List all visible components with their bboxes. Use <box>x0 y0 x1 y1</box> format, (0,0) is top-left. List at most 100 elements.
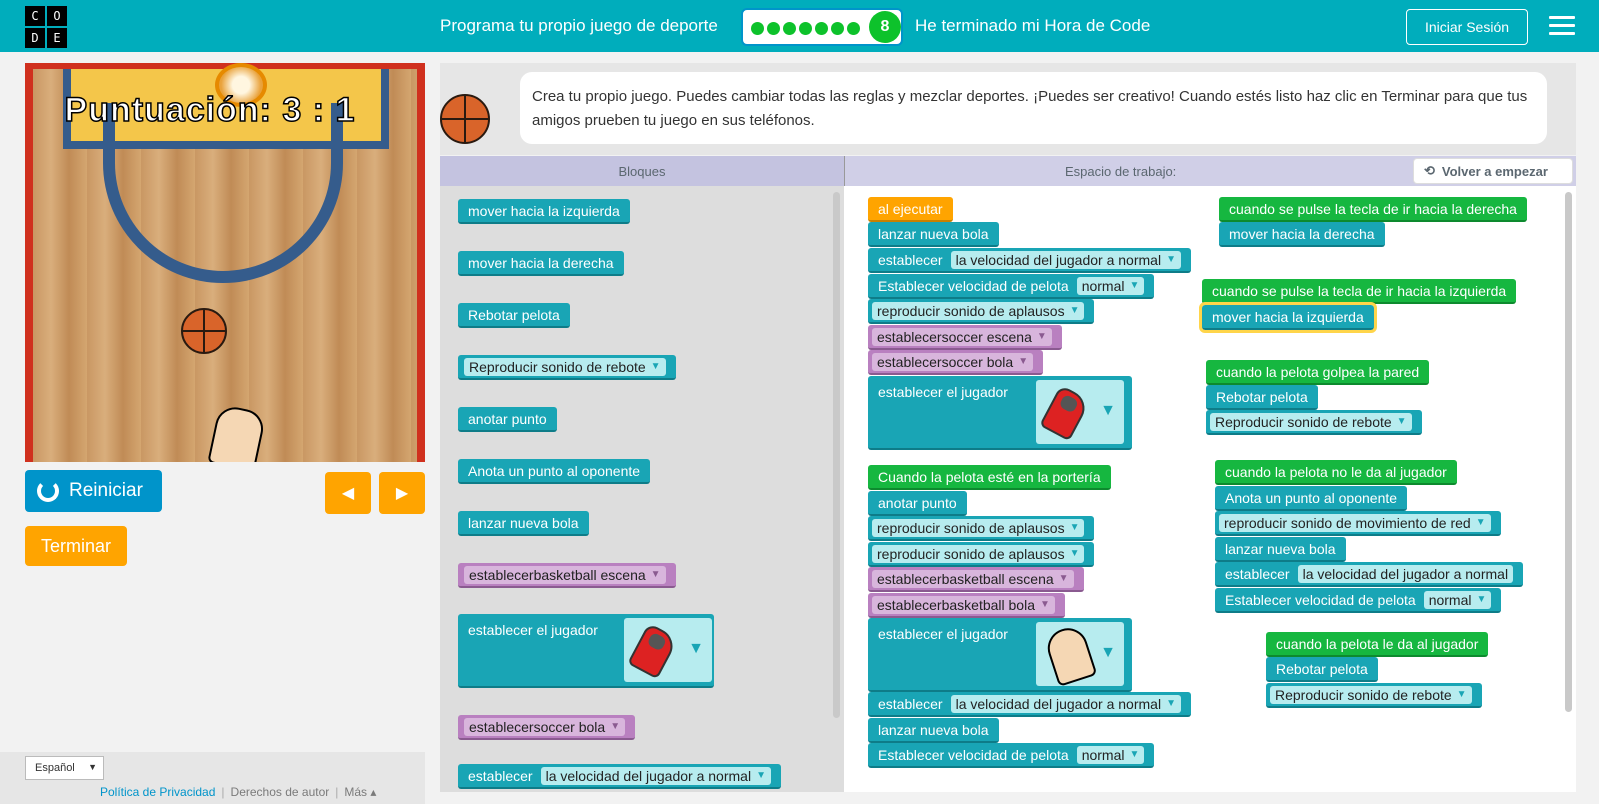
chevron-down-icon: ▼ <box>1069 305 1080 316</box>
scene-dropdown[interactable]: establecersoccer escena ▼ <box>872 327 1052 346</box>
right-arrow-button[interactable]: ▶ <box>379 472 425 514</box>
toolbox-block[interactable]: Reproducir sonido de rebote ▼ <box>458 355 676 380</box>
workspace[interactable]: al ejecutar lanzar nueva bola establecer… <box>844 186 1576 792</box>
code-block[interactable]: reproducir sonido de movimiento de red ▼ <box>1215 511 1501 536</box>
code-block[interactable]: lanzar nueva bola <box>1215 537 1346 562</box>
code-block[interactable]: establecerbasketball escena ▼ <box>868 567 1084 592</box>
code-block[interactable]: establecer la velocidad del jugador a no… <box>868 692 1191 717</box>
player-picker[interactable]: ▼ <box>1036 622 1124 687</box>
instructions-bubble: Crea tu propio juego. Puedes cambiar tod… <box>520 72 1547 144</box>
scene-dropdown[interactable]: establecerbasketball escena ▼ <box>872 569 1074 588</box>
level-dot[interactable] <box>847 22 860 35</box>
workspace-scrollbar[interactable] <box>1565 192 1572 712</box>
level-dot[interactable] <box>831 22 844 35</box>
toolbox-block[interactable]: Anota un punto al oponente <box>458 459 651 484</box>
speed-dropdown[interactable]: la velocidad del jugador a normal <box>1297 564 1514 583</box>
code-block[interactable]: mover hacia la derecha <box>1219 222 1385 247</box>
level-dot[interactable] <box>799 22 812 35</box>
ball-speed-dropdown[interactable]: normal ▼ <box>1076 276 1145 295</box>
code-block[interactable]: Establecer velocidad de pelota normal ▼ <box>868 274 1155 299</box>
game-canvas[interactable]: Puntuación: 3 : 1 <box>25 63 425 462</box>
code-logo[interactable]: C O D E <box>25 6 67 48</box>
signin-button[interactable]: Iniciar Sesión <box>1406 9 1528 45</box>
code-block[interactable]: lanzar nueva bola <box>868 222 999 247</box>
toolbox-block[interactable]: anotar punto <box>458 407 557 432</box>
ball-dropdown[interactable]: establecerbasketball bola ▼ <box>872 595 1055 614</box>
dropdown-value: Reproducir sonido de rebote <box>1275 686 1452 703</box>
scene-dropdown[interactable]: establecerbasketball escena ▼ <box>464 565 666 584</box>
reset-button[interactable]: Reiniciar <box>25 470 162 512</box>
left-arrow-button[interactable]: ◀ <box>325 472 371 514</box>
toolbox-block[interactable]: establecer el jugador ▼ <box>458 614 714 688</box>
level-dot[interactable] <box>751 22 764 35</box>
current-level-badge[interactable]: 8 <box>869 11 901 43</box>
event-block[interactable]: Cuando la pelota esté en la portería <box>868 465 1111 490</box>
code-block[interactable]: Reproducir sonido de rebote ▼ <box>1266 683 1482 708</box>
sound-dropdown[interactable]: Reproducir sonido de rebote ▼ <box>464 357 666 376</box>
event-block[interactable]: cuando se pulse la tecla de ir hacia la … <box>1202 279 1517 304</box>
finished-hour-link[interactable]: He terminado mi Hora de Code <box>915 16 1150 36</box>
event-block[interactable]: cuando la pelota no le da al jugador <box>1215 460 1457 485</box>
code-block[interactable]: reproducir sonido de aplausos ▼ <box>868 516 1095 541</box>
event-block[interactable]: al ejecutar <box>868 197 953 222</box>
chevron-down-icon: ▼ <box>1396 416 1407 427</box>
toolbox-block[interactable]: establecerbasketball escena ▼ <box>458 563 676 588</box>
toolbox-scrollbar[interactable] <box>833 192 840 718</box>
code-block[interactable]: Rebotar pelota <box>1266 657 1378 682</box>
ball-dropdown[interactable]: establecersoccer bola ▼ <box>464 717 626 736</box>
player-picker[interactable]: ▼ <box>1036 380 1124 444</box>
level-dot[interactable] <box>767 22 780 35</box>
hamburger-menu-icon[interactable] <box>1549 16 1575 36</box>
more-link[interactable]: Más ▴ <box>344 785 376 799</box>
code-block[interactable]: establecerbasketball bola ▼ <box>868 593 1065 618</box>
ball-speed-dropdown[interactable]: normal ▼ <box>1076 745 1145 764</box>
basketball-avatar-icon <box>440 94 490 144</box>
code-block[interactable]: establecer el jugador ▼ <box>868 618 1132 692</box>
restart-button[interactable]: ⟲ Volver a empezar <box>1413 158 1573 184</box>
ball-speed-dropdown[interactable]: normal ▼ <box>1423 590 1492 609</box>
sound-dropdown[interactable]: reproducir sonido de aplausos ▼ <box>872 301 1085 320</box>
code-block[interactable]: establecersoccer escena ▼ <box>868 325 1062 350</box>
event-block[interactable]: cuando la pelota le da al jugador <box>1266 632 1489 657</box>
toolbox-block[interactable]: Rebotar pelota <box>458 303 570 328</box>
code-block[interactable]: establecer el jugador ▼ <box>868 376 1132 450</box>
sound-dropdown[interactable]: reproducir sonido de movimiento de red ▼ <box>1219 513 1491 532</box>
sound-dropdown[interactable]: Reproducir sonido de rebote ▼ <box>1210 412 1412 431</box>
code-block[interactable]: Establecer velocidad de pelota normal ▼ <box>1215 588 1502 613</box>
code-block[interactable]: reproducir sonido de aplausos ▼ <box>868 299 1095 324</box>
sound-dropdown[interactable]: reproducir sonido de aplausos ▼ <box>872 544 1085 563</box>
code-block[interactable]: Establecer velocidad de pelota normal ▼ <box>868 743 1155 768</box>
speed-dropdown[interactable]: la velocidad del jugador a normal ▼ <box>950 694 1181 713</box>
toolbox-block[interactable]: lanzar nueva bola <box>458 511 589 536</box>
language-select[interactable]: Español ▼ <box>25 756 104 780</box>
privacy-link[interactable]: Política de Privacidad <box>100 785 215 799</box>
level-dot[interactable] <box>815 22 828 35</box>
toolbox-block[interactable]: mover hacia la derecha <box>458 251 624 276</box>
ball-dropdown[interactable]: establecersoccer bola ▼ <box>872 352 1034 371</box>
code-block[interactable]: Anota un punto al oponente <box>1215 486 1408 511</box>
code-block[interactable]: establecersoccer bola ▼ <box>868 350 1044 375</box>
code-block[interactable]: reproducir sonido de aplausos ▼ <box>868 542 1095 567</box>
event-block[interactable]: cuando se pulse la tecla de ir hacia la … <box>1219 197 1527 222</box>
toolbox-block[interactable]: mover hacia la izquierda <box>458 199 630 224</box>
finish-button[interactable]: Terminar <box>25 526 127 566</box>
code-block[interactable]: Rebotar pelota <box>1206 385 1318 410</box>
code-block[interactable]: lanzar nueva bola <box>868 718 999 743</box>
sound-dropdown[interactable]: Reproducir sonido de rebote ▼ <box>1270 685 1472 704</box>
toolbox-block[interactable]: establecersoccer bola ▼ <box>458 715 636 740</box>
player-picker[interactable]: ▼ <box>624 618 712 682</box>
event-block[interactable]: cuando la pelota golpea la pared <box>1206 360 1430 385</box>
speed-dropdown[interactable]: la velocidad del jugador a normal ▼ <box>540 766 771 785</box>
toolbox-block[interactable]: establecer la velocidad del jugador a no… <box>458 764 781 789</box>
copyright-link[interactable]: Derechos de autor <box>231 785 330 799</box>
code-block[interactable]: Reproducir sonido de rebote ▼ <box>1206 410 1422 435</box>
speed-dropdown[interactable]: la velocidad del jugador a normal ▼ <box>950 250 1181 269</box>
toolbox[interactable]: mover hacia la izquierda mover hacia la … <box>440 186 844 792</box>
level-dot[interactable] <box>783 22 796 35</box>
code-block[interactable]: mover hacia la izquierda <box>1199 302 1377 333</box>
sound-dropdown[interactable]: reproducir sonido de aplausos ▼ <box>872 518 1085 537</box>
chevron-down-icon: ▼ <box>1058 573 1069 584</box>
code-block[interactable]: establecer la velocidad del jugador a no… <box>1215 562 1524 587</box>
code-block[interactable]: establecer la velocidad del jugador a no… <box>868 248 1191 273</box>
code-block[interactable]: anotar punto <box>868 491 967 516</box>
